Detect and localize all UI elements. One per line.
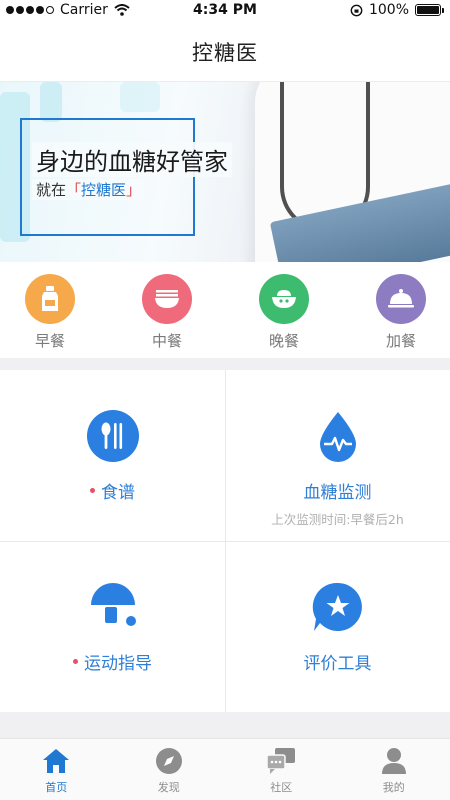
feature-evaluation-tools[interactable]: 评价工具 — [225, 541, 450, 712]
status-right: 100% — [350, 2, 444, 18]
status-bar: Carrier 4:34 PM 100% — [0, 0, 450, 22]
banner-frame — [20, 118, 195, 236]
tab-home[interactable]: 首页 — [0, 739, 113, 800]
unread-dot — [73, 659, 78, 664]
feature-title: 血糖监测 — [303, 483, 372, 503]
spoon-fork-icon — [86, 410, 139, 462]
battery-tip — [442, 7, 444, 13]
tab-community[interactable]: 社区 — [225, 739, 338, 800]
feature-label: 血糖监测 — [225, 478, 450, 503]
meal-label: 早餐 — [34, 332, 65, 350]
feature-label: 评价工具 — [225, 649, 450, 674]
page-title: 控糖医 — [192, 40, 258, 65]
star-chat-icon — [312, 581, 364, 633]
tab-label: 发现 — [157, 781, 180, 794]
last-check-time: 上次监测时间:早餐后2h — [271, 512, 404, 527]
banner-headline: 身边的血糖好管家 — [32, 142, 232, 177]
tab-discover[interactable]: 发现 — [113, 739, 226, 800]
meal-label: 中餐 — [151, 332, 182, 350]
meal-label: 晚餐 — [268, 332, 299, 350]
feature-recipes[interactable]: 食谱 — [0, 370, 225, 541]
feature-label: 运动指导 — [0, 649, 225, 674]
blood-drop-icon — [312, 410, 364, 462]
orientation-lock-icon — [350, 4, 363, 16]
feature-label: 食谱 — [0, 478, 225, 503]
battery-icon — [415, 4, 441, 16]
meal-lunch[interactable]: 中餐 — [127, 274, 207, 351]
tab-bar: 首页 发现 社区 我的 — [0, 738, 450, 800]
chat-bubbles-icon — [225, 747, 338, 775]
banner-open-bracket: 「 — [66, 181, 82, 199]
noodle-bowl-icon — [142, 274, 192, 324]
banner-subline: 就在「控糖医」 — [32, 179, 146, 200]
cloche-icon — [376, 274, 426, 324]
rice-bowl-icon — [259, 274, 309, 324]
meal-breakfast[interactable]: 早餐 — [10, 274, 90, 351]
tab-label: 首页 — [45, 781, 68, 794]
feature-grid: 食谱 血糖监测 上次监测时间:早餐后2h 运动指导 评价工具 — [0, 370, 450, 712]
meal-snack[interactable]: 加餐 — [361, 274, 441, 351]
banner-close-bracket: 」 — [126, 181, 142, 199]
tab-profile[interactable]: 我的 — [338, 739, 450, 800]
nav-bar: 控糖医 — [0, 22, 450, 82]
meal-label: 加餐 — [385, 332, 416, 350]
tab-label: 社区 — [270, 781, 293, 794]
feature-exercise-guide[interactable]: 运动指导 — [0, 541, 225, 712]
tab-label: 我的 — [382, 781, 405, 794]
feature-title: 评价工具 — [303, 654, 372, 674]
ping-pong-icon — [87, 581, 139, 633]
banner-brand: 控糖医 — [81, 181, 127, 199]
feature-title: 食谱 — [101, 483, 135, 503]
unread-dot — [90, 488, 95, 493]
banner-sub-prefix: 就在 — [36, 181, 67, 199]
person-icon — [338, 747, 450, 775]
compass-icon — [113, 747, 226, 775]
hero-banner[interactable]: 身边的血糖好管家 就在「控糖医」 — [0, 82, 450, 262]
battery-percent: 100% — [368, 2, 409, 18]
feature-title: 运动指导 — [84, 654, 152, 674]
meal-dinner[interactable]: 晚餐 — [244, 274, 324, 351]
feature-glucose-monitoring[interactable]: 血糖监测 上次监测时间:早餐后2h — [225, 370, 450, 541]
meal-shortcuts: 早餐 中餐 晚餐 加餐 — [0, 262, 450, 358]
home-icon — [0, 747, 113, 775]
milk-bottle-icon — [25, 274, 75, 324]
